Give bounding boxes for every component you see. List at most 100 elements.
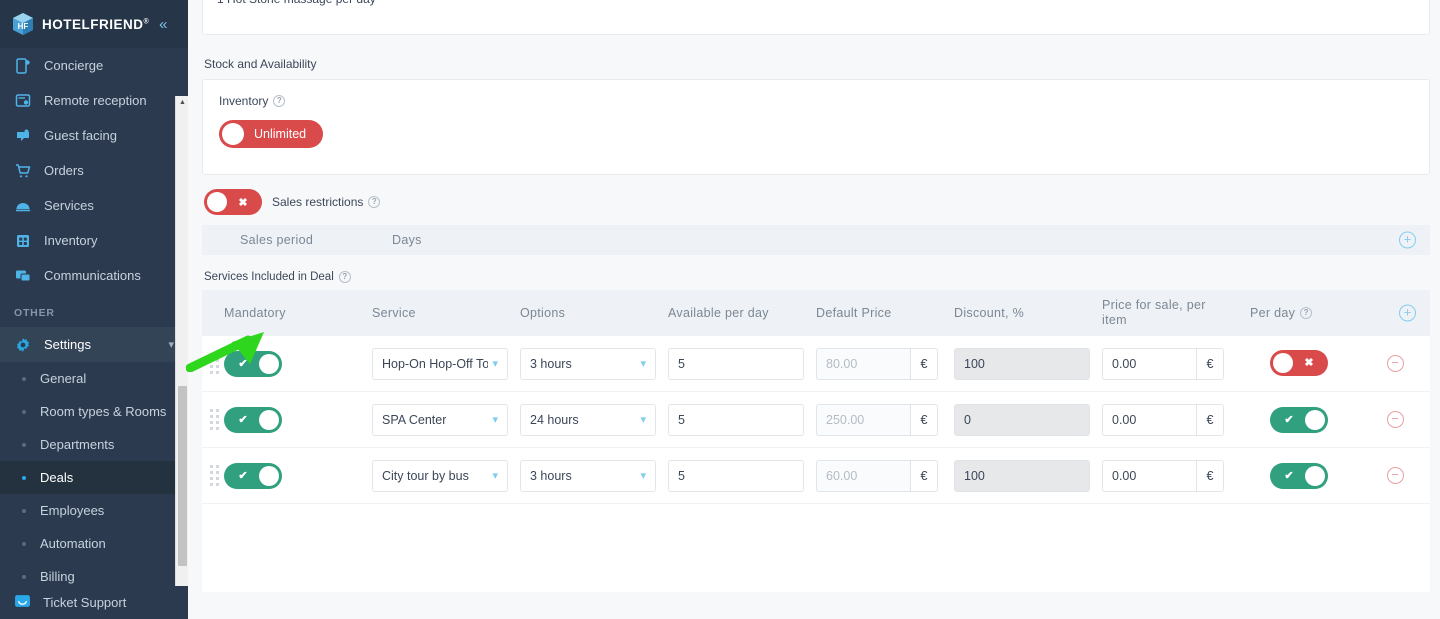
chevron-down-icon: ▾ (640, 358, 646, 370)
price-for-sale-cell: 0.00 € (1102, 459, 1250, 492)
price-for-sale-input[interactable]: 0.00 (1102, 347, 1196, 380)
col-available-per-day: Available per day (668, 306, 769, 320)
minus-circle-icon[interactable]: − (1386, 467, 1404, 484)
options-select-value: 3 hours (530, 468, 572, 483)
toggle-knob (1305, 409, 1325, 430)
drag-handle-icon[interactable] (202, 465, 224, 486)
available-cell: 5 (668, 403, 816, 436)
sidebar-item-ticket-support[interactable]: Ticket Support (0, 586, 188, 619)
sidebar-subitem-label: General (40, 371, 87, 386)
per-day-toggle[interactable]: ✔ (1270, 406, 1328, 433)
sidebar-item-label: Orders (44, 163, 84, 178)
col-options: Options (520, 306, 566, 320)
inventory-unlimited-toggle[interactable]: Unlimited (219, 120, 324, 148)
question-circle-icon[interactable]: ? (1300, 307, 1313, 319)
sales-restrictions-row: ✖ Sales restrictions ? (204, 189, 1430, 215)
minus-circle-icon[interactable]: − (1386, 411, 1404, 428)
sidebar-item-general[interactable]: General (0, 362, 188, 395)
sidebar-item-services[interactable]: Services (0, 188, 188, 223)
mandatory-toggle[interactable]: ✔ (224, 350, 282, 377)
question-circle-icon[interactable]: ? (273, 95, 286, 107)
sidebar-scrollbar[interactable]: ▲ ▼ (175, 96, 188, 619)
bullet-icon (22, 508, 26, 513)
service-cell: City tour by bus ▾ (372, 459, 520, 492)
mandatory-toggle[interactable]: ✔ (224, 406, 282, 433)
sidebar-item-label: Remote reception (44, 93, 147, 108)
default-price-input: 250.00 (816, 403, 910, 436)
per-day-toggle[interactable]: ✔ (1270, 462, 1328, 489)
sidebar-item-departments[interactable]: Departments (0, 428, 188, 461)
bullet-icon (22, 442, 26, 447)
minus-circle-icon[interactable]: − (1386, 355, 1404, 372)
discount-input[interactable]: 0 (954, 403, 1090, 436)
sidebar-item-communications[interactable]: Communications (0, 258, 188, 293)
sidebar-item-orders[interactable]: Orders (0, 153, 188, 188)
sidebar-item-inventory[interactable]: Inventory (0, 223, 188, 258)
sidebar-item-label: Communications (44, 268, 141, 283)
sidebar-item-guest-facing[interactable]: Guest facing (0, 118, 188, 153)
mandatory-cell: ✔ (224, 406, 372, 433)
available-per-day-input[interactable]: 5 (668, 347, 804, 380)
scroll-up-arrow-icon[interactable]: ▲ (176, 96, 188, 109)
service-cell: Hop-On Hop-Off To ▾ (372, 347, 520, 380)
table-row: ✔ City tour by bus ▾ 3 hours ▾ 5 60.00 €… (202, 448, 1430, 504)
sidebar-item-concierge[interactable]: Concierge (0, 48, 188, 83)
options-select[interactable]: 24 hours ▾ (520, 403, 656, 436)
mandatory-toggle[interactable]: ✔ (224, 462, 282, 489)
scrollbar-thumb[interactable] (178, 386, 187, 566)
sidebar-item-deals[interactable]: Deals (0, 461, 188, 494)
sales-restrictions-toggle[interactable]: ✖ (204, 189, 262, 215)
sidebar-item-room-types-rooms[interactable]: Room types & Rooms (0, 395, 188, 428)
previous-section-card: 1 Hot Stone massage per day (202, 0, 1430, 35)
options-select[interactable]: 3 hours ▾ (520, 459, 656, 492)
price-for-sale-input[interactable]: 0.00 (1102, 459, 1196, 492)
discount-input[interactable]: 100 (954, 459, 1090, 492)
toggle-knob (259, 409, 279, 430)
bullet-icon (22, 409, 26, 414)
sidebar-item-remote-reception[interactable]: Remote reception (0, 83, 188, 118)
options-select[interactable]: 3 hours ▾ (520, 347, 656, 380)
drag-handle-icon[interactable] (202, 409, 224, 430)
per-day-cell: ✔ (1250, 462, 1360, 489)
sidebar-item-employees[interactable]: Employees (0, 494, 188, 527)
toggle-cross-icon: ✖ (1304, 357, 1314, 369)
inventory-card: Inventory ? Unlimited (202, 79, 1430, 175)
chevron-down-icon: ▾ (492, 414, 498, 426)
add-service-row-button[interactable]: + (1399, 304, 1416, 322)
chevron-down-icon: ▾ (640, 470, 646, 482)
available-per-day-input[interactable]: 5 (668, 459, 804, 492)
drag-handle-icon[interactable] (202, 353, 224, 374)
sidebar-subitem-label: Departments (40, 437, 115, 452)
sales-restrictions-label-group: Sales restrictions ? (272, 195, 381, 209)
chevrons-left-icon[interactable]: « (159, 17, 167, 32)
currency-suffix: € (910, 403, 938, 436)
options-select-value: 24 hours (530, 412, 579, 427)
service-select-value: Hop-On Hop-Off To (382, 356, 489, 371)
discount-cell: 0 (954, 403, 1102, 436)
col-per-day-group: Per day ? (1250, 306, 1360, 320)
service-select[interactable]: SPA Center ▾ (372, 403, 508, 436)
sidebar-item-automation[interactable]: Automation (0, 527, 188, 560)
toggle-check-icon: ✔ (238, 358, 248, 370)
per-day-toggle[interactable]: ✖ (1270, 349, 1328, 376)
discount-input[interactable]: 100 (954, 347, 1090, 380)
col-mandatory: Mandatory (224, 306, 286, 320)
question-circle-icon[interactable]: ? (368, 196, 381, 208)
services-included-label-group: Services Included in Deal ? (204, 271, 1430, 283)
options-select-value: 3 hours (530, 356, 572, 371)
add-sales-period-button[interactable]: + (1399, 231, 1416, 249)
sidebar-item-settings[interactable]: Settings ▾ (0, 327, 188, 362)
available-per-day-input[interactable]: 5 (668, 403, 804, 436)
support-chat-icon (14, 593, 31, 613)
col-default-price: Default Price (816, 306, 892, 320)
currency-suffix: € (910, 347, 938, 380)
service-select[interactable]: Hop-On Hop-Off To ▾ (372, 347, 508, 380)
sidebar-item-label: Guest facing (44, 128, 117, 143)
price-for-sale-input[interactable]: 0.00 (1102, 403, 1196, 436)
options-cell: 3 hours ▾ (520, 347, 668, 380)
bullet-icon (22, 376, 26, 381)
question-circle-icon[interactable]: ? (338, 271, 351, 283)
service-select[interactable]: City tour by bus ▾ (372, 459, 508, 492)
cloche-icon (14, 197, 32, 215)
remove-row-cell: − (1360, 355, 1430, 372)
